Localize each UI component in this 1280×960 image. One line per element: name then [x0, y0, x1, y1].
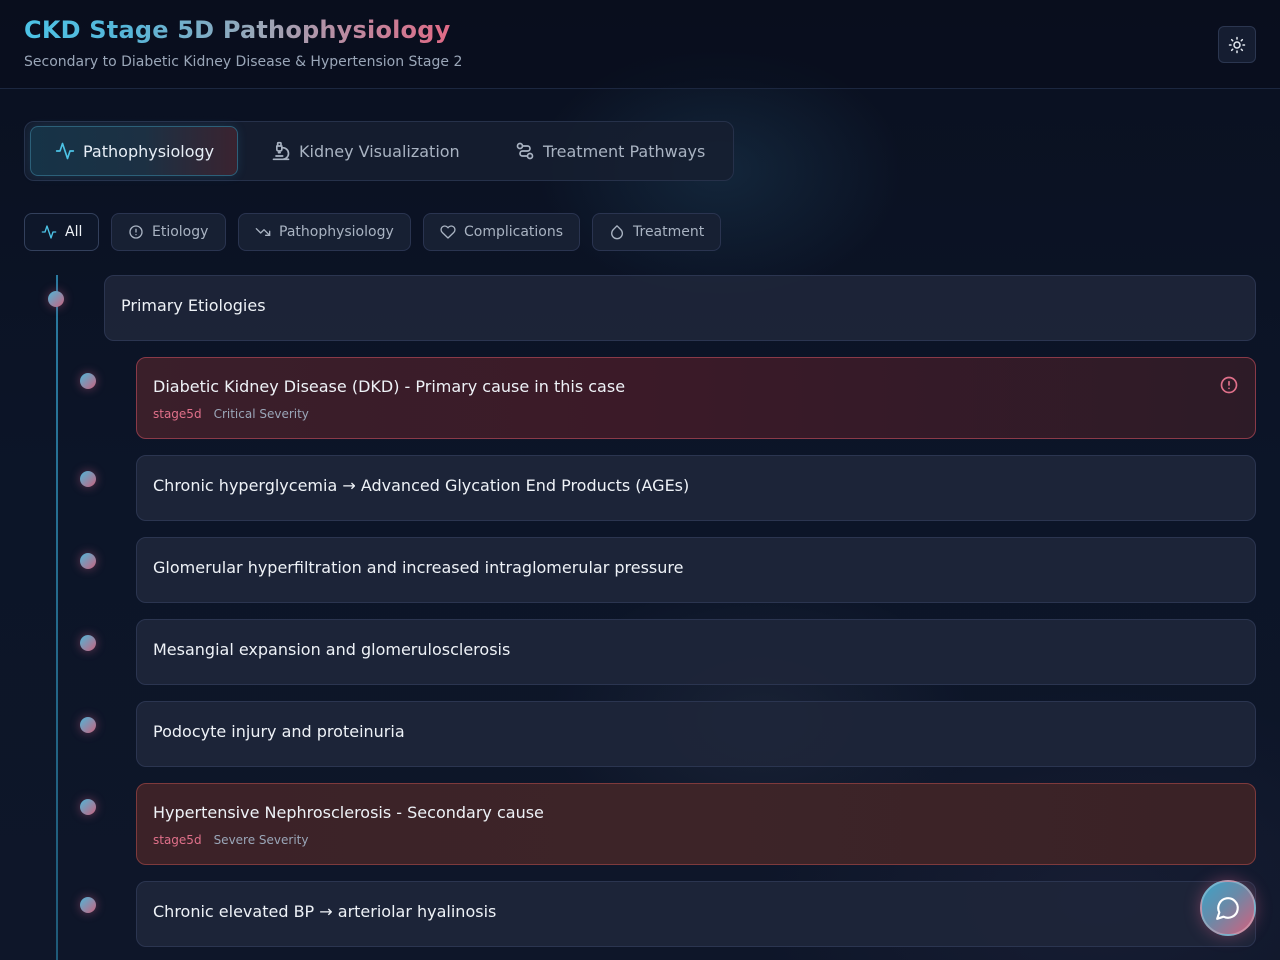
sun-icon	[1228, 36, 1246, 53]
timeline-dot	[80, 373, 96, 389]
severity-label: Severe Severity	[213, 833, 309, 847]
card-title: Primary Etiologies	[121, 296, 266, 315]
stage-badge: stage5d	[153, 833, 202, 847]
tab-pathophysiology[interactable]: Pathophysiology	[30, 126, 238, 176]
filter-label: All	[65, 224, 83, 240]
microscope-icon	[272, 141, 290, 161]
theme-toggle-button[interactable]	[1218, 26, 1256, 63]
timeline-card-hypertensive[interactable]: Hypertensive Nephrosclerosis - Secondary…	[136, 783, 1256, 865]
filter-pathophysiology[interactable]: Pathophysiology	[238, 213, 411, 251]
timeline-line	[56, 275, 58, 960]
tab-label: Kidney Visualization	[299, 141, 460, 161]
timeline-dot	[80, 717, 96, 733]
card-title: Chronic hyperglycemia → Advanced Glycati…	[153, 476, 690, 495]
activity-icon	[55, 142, 75, 160]
stage-badge: stage5d	[153, 407, 202, 421]
page-subtitle: Secondary to Diabetic Kidney Disease & H…	[24, 54, 463, 70]
timeline-card[interactable]: Chronic hyperglycemia → Advanced Glycati…	[136, 455, 1256, 521]
main-tabs: Pathophysiology Kidney Visualization Tre…	[24, 121, 734, 181]
card-title: Diabetic Kidney Disease (DKD) - Primary …	[153, 377, 626, 396]
timeline-dot	[80, 799, 96, 815]
timeline-card[interactable]: Mesangial expansion and glomeruloscleros…	[136, 619, 1256, 685]
card-title: Podocyte injury and proteinuria	[153, 722, 405, 741]
filter-treatment[interactable]: Treatment	[592, 213, 721, 251]
card-meta: stage5d Critical Severity	[153, 407, 309, 421]
tab-label: Treatment Pathways	[543, 141, 706, 161]
timeline-card-dkd[interactable]: Diabetic Kidney Disease (DKD) - Primary …	[136, 357, 1256, 439]
alert-circle-icon	[129, 225, 143, 239]
filter-label: Pathophysiology	[279, 224, 394, 240]
droplet-icon	[611, 225, 623, 240]
chat-button[interactable]	[1200, 880, 1256, 936]
card-title: Chronic elevated BP → arteriolar hyalino…	[153, 902, 497, 921]
activity-icon	[41, 225, 57, 239]
timeline-card[interactable]: Chronic elevated BP → arteriolar hyalino…	[136, 881, 1256, 947]
tab-kidney-visualization[interactable]: Kidney Visualization	[271, 126, 460, 176]
card-meta: stage5d Severe Severity	[153, 833, 308, 847]
trending-down-icon	[255, 228, 271, 236]
timeline-dot	[48, 291, 64, 307]
card-title: Glomerular hyperfiltration and increased…	[153, 558, 684, 577]
timeline-dot	[80, 471, 96, 487]
timeline-card[interactable]: Glomerular hyperfiltration and increased…	[136, 537, 1256, 603]
filter-all[interactable]: All	[24, 213, 99, 251]
timeline-dot	[80, 635, 96, 651]
filter-complications[interactable]: Complications	[423, 213, 580, 251]
alert-circle-icon	[1220, 376, 1238, 394]
filter-label: Complications	[464, 224, 564, 240]
severity-label: Critical Severity	[213, 407, 309, 421]
message-circle-icon	[1216, 897, 1239, 920]
timeline-dot	[80, 897, 96, 913]
app-header: CKD Stage 5D Pathophysiology Secondary t…	[0, 0, 1280, 89]
card-title: Hypertensive Nephrosclerosis - Secondary…	[153, 803, 544, 822]
timeline-dot	[80, 553, 96, 569]
page-title: CKD Stage 5D Pathophysiology	[24, 16, 451, 44]
route-icon	[516, 142, 534, 160]
filter-label: Etiology	[152, 224, 209, 240]
tab-label: Pathophysiology	[83, 141, 215, 161]
filter-etiology[interactable]: Etiology	[111, 213, 226, 251]
tab-treatment-pathways[interactable]: Treatment Pathways	[515, 126, 705, 176]
timeline-card-primary-etiologies[interactable]: Primary Etiologies	[104, 275, 1256, 341]
heart-icon	[440, 225, 456, 239]
filter-label: Treatment	[633, 224, 705, 240]
card-title: Mesangial expansion and glomeruloscleros…	[153, 640, 511, 659]
timeline-card[interactable]: Podocyte injury and proteinuria	[136, 701, 1256, 767]
